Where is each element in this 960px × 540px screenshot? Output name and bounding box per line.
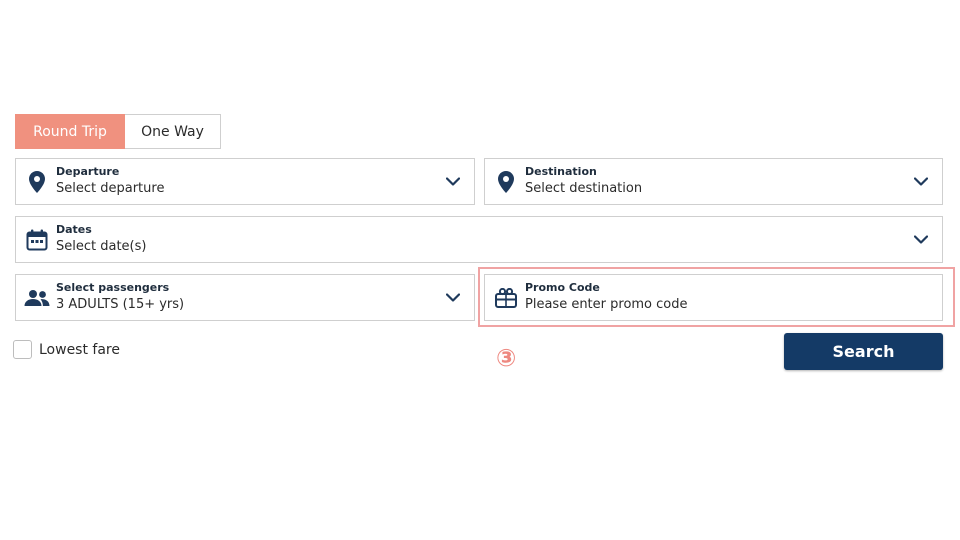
promo-code-label: Promo Code [525,281,600,294]
destination-field[interactable]: Destination Select destination [484,158,943,205]
dates-label: Dates [56,223,92,236]
people-icon [16,289,56,307]
destination-value: Select destination [525,181,643,196]
promo-code-input[interactable]: Please enter promo code [525,296,942,314]
passengers-value: 3 ADULTS (15+ yrs) [56,297,185,312]
chevron-down-icon[interactable] [900,177,942,186]
annotation-marker: ③ [496,344,517,372]
passengers-field[interactable]: Select passengers 3 ADULTS (15+ yrs) [15,274,475,321]
ticket-icon [485,287,525,308]
dates-field[interactable]: Dates Select date(s) [15,216,943,263]
chevron-down-icon[interactable] [432,293,474,302]
dates-value: Select date(s) [56,239,147,254]
promo-code-field[interactable]: Promo Code Please enter promo code [484,274,943,321]
one-way-tab[interactable]: One Way [125,114,221,149]
lowest-fare-label: Lowest fare [39,341,120,358]
departure-text: Departure Select departure [56,165,432,198]
search-button[interactable]: Search [784,333,943,370]
trip-type-toggle: Round Trip One Way [15,114,221,149]
chevron-down-icon[interactable] [900,235,942,244]
location-pin-icon [485,170,525,193]
departure-field[interactable]: Departure Select departure [15,158,475,205]
destination-text: Destination Select destination [525,165,900,198]
departure-value: Select departure [56,181,165,196]
departure-label: Departure [56,165,120,178]
round-trip-tab[interactable]: Round Trip [15,114,125,149]
location-pin-icon [16,170,56,193]
lowest-fare-option[interactable]: Lowest fare [13,340,120,359]
calendar-icon [16,229,56,251]
dates-text: Dates Select date(s) [56,223,900,256]
lowest-fare-checkbox[interactable] [13,340,32,359]
promo-code-text: Promo Code Please enter promo code [525,281,942,314]
passengers-text: Select passengers 3 ADULTS (15+ yrs) [56,281,432,314]
passengers-label: Select passengers [56,281,170,294]
destination-label: Destination [525,165,597,178]
chevron-down-icon[interactable] [432,177,474,186]
